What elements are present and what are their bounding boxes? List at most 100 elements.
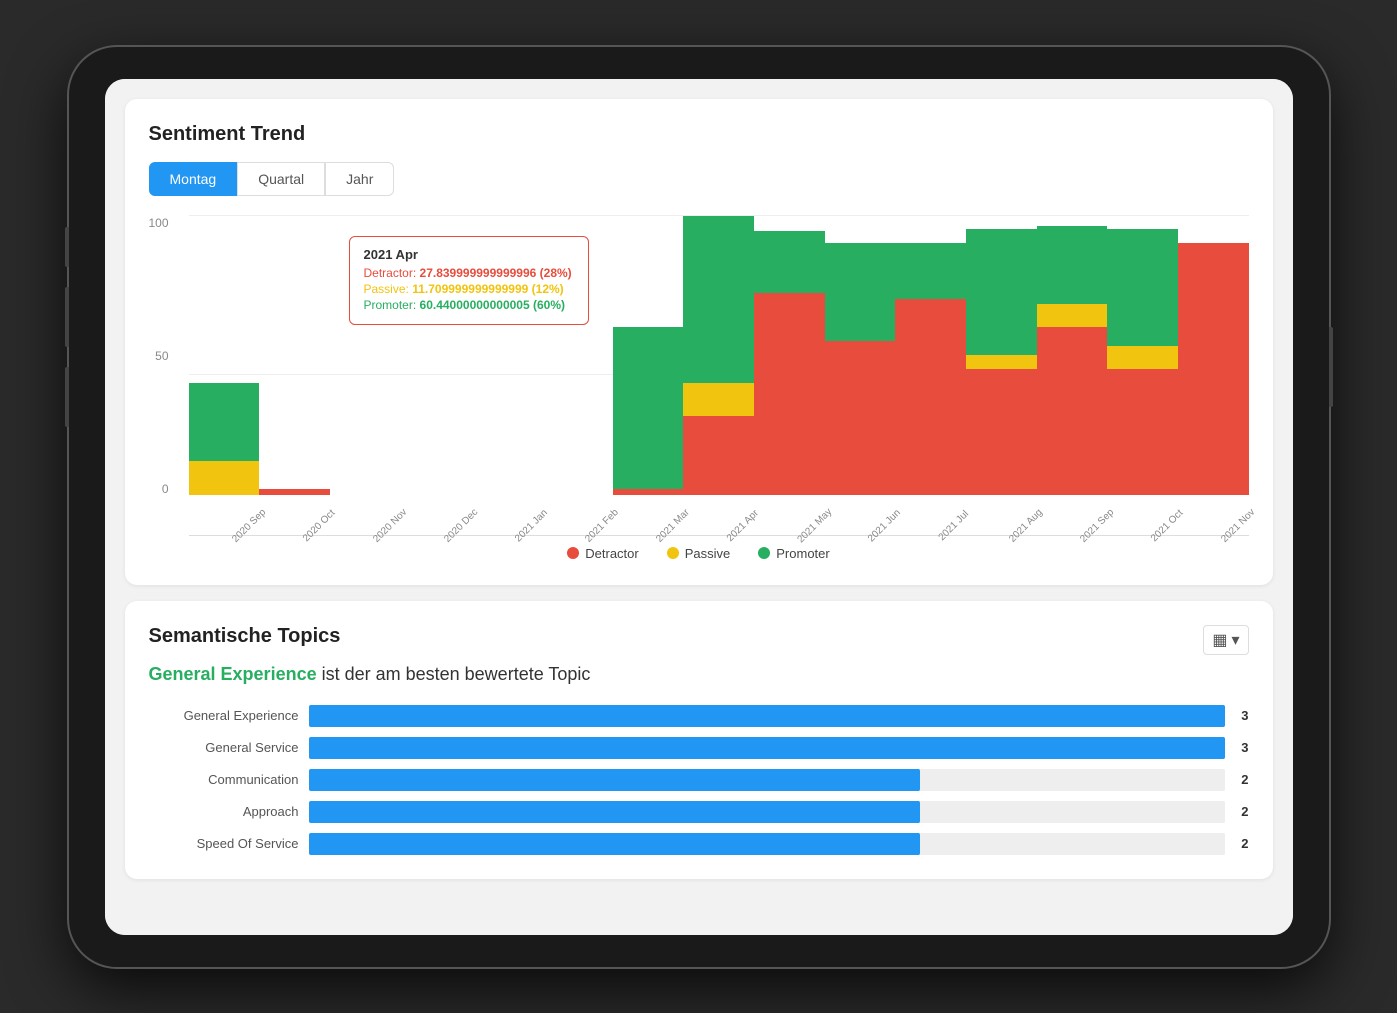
- h-bar-label: Approach: [149, 804, 299, 819]
- h-bar-track: [309, 769, 1226, 791]
- legend-promoter: Promoter: [758, 546, 829, 561]
- x-axis-label: 2021 Jan: [513, 507, 550, 544]
- bar-group: 2021 Jul: [895, 216, 966, 495]
- tooltip-promoter-value: 60.44000000000005 (60%): [420, 298, 565, 312]
- bar-group: 2021 Sep: [1037, 216, 1108, 495]
- x-axis-label: 2021 Feb: [583, 507, 621, 545]
- y-axis: 100 50 0: [149, 216, 169, 536]
- tooltip-passive-value: 11.709999999999999 (12%): [412, 282, 563, 296]
- h-bar-value: 2: [1241, 804, 1248, 819]
- sentiment-title: Sentiment Trend: [149, 123, 1249, 146]
- x-axis-label: 2020 Oct: [300, 507, 336, 543]
- h-bar-fill: [309, 737, 1226, 759]
- x-axis-label: 2021 Mar: [654, 507, 692, 545]
- sentiment-trend-card: Sentiment Trend Montag Quartal Jahr 100 …: [125, 99, 1273, 585]
- h-bar-track: [309, 737, 1226, 759]
- h-bar-track: [309, 833, 1226, 855]
- legend-label-promoter: Promoter: [776, 546, 829, 561]
- tooltip-detractor-label: Detractor:: [364, 266, 417, 280]
- h-bar-label: General Experience: [149, 708, 299, 723]
- bar-group: 2021 Aug: [966, 216, 1037, 495]
- x-axis-label: 2021 Jun: [866, 507, 903, 544]
- h-bar-value: 2: [1241, 772, 1248, 787]
- legend-label-detractor: Detractor: [585, 546, 638, 561]
- x-axis-label: 2020 Sep: [230, 506, 268, 544]
- tooltip-box: 2021 Apr Detractor: 27.839999999999996 (…: [349, 236, 589, 325]
- x-axis-label: 2021 Oct: [1149, 507, 1185, 543]
- bar-group: 2021 Jun: [825, 216, 896, 495]
- legend-dot-promoter: [758, 547, 770, 559]
- topics-card: Semantische Topics General Experience is…: [125, 601, 1273, 879]
- best-topic-rest: ist der am besten bewertete Topic: [317, 664, 591, 684]
- tooltip-promoter-label: Promoter:: [364, 298, 417, 312]
- topics-header: Semantische Topics General Experience is…: [149, 625, 1249, 705]
- x-axis-label: 2020 Dec: [442, 506, 480, 544]
- bars-container: 2020 Sep2020 Oct2020 Nov2020 Dec2021 Jan…: [189, 216, 1249, 536]
- x-axis-label: 2021 Sep: [1078, 506, 1116, 544]
- h-bar-row: Communication 2: [149, 769, 1249, 791]
- side-button-2[interactable]: [65, 287, 69, 347]
- h-bar-fill: [309, 833, 920, 855]
- tablet-screen: Sentiment Trend Montag Quartal Jahr 100 …: [105, 79, 1293, 935]
- tab-row: Montag Quartal Jahr: [149, 162, 1249, 196]
- bar-group: 2021 Apr: [683, 216, 754, 495]
- h-bar-track: [309, 705, 1226, 727]
- bar-group: 2020 Oct: [259, 216, 330, 495]
- right-button[interactable]: [1329, 327, 1333, 407]
- h-bar-row: Approach 2: [149, 801, 1249, 823]
- x-axis-label: 2021 Nov: [1220, 506, 1258, 544]
- bar-group: 2021 May: [754, 216, 825, 495]
- h-bar-track: [309, 801, 1226, 823]
- h-bar-value: 2: [1241, 836, 1248, 851]
- topics-title: Semantische Topics: [149, 625, 591, 648]
- x-axis-label: 2021 Jul: [936, 508, 971, 543]
- legend-dot-passive: [667, 547, 679, 559]
- h-bar-fill: [309, 769, 920, 791]
- h-bar-fill: [309, 801, 920, 823]
- tooltip-detractor-value: 27.839999999999996 (28%): [420, 266, 572, 280]
- h-bar-label: Communication: [149, 772, 299, 787]
- tablet-frame: Sentiment Trend Montag Quartal Jahr 100 …: [69, 47, 1329, 967]
- y-label-50: 50: [155, 349, 168, 363]
- bar-group: 2021 Nov: [1178, 216, 1249, 495]
- chart-icon: ▦: [1212, 630, 1227, 650]
- tab-jahr[interactable]: Jahr: [325, 162, 394, 196]
- topics-title-area: Semantische Topics General Experience is…: [149, 625, 591, 705]
- h-bar-row: General Service 3: [149, 737, 1249, 759]
- sentiment-chart-area: 100 50 0 2020 Sep2020 Oct2020 Nov2020 De…: [189, 216, 1249, 536]
- tab-quartal[interactable]: Quartal: [237, 162, 325, 196]
- bar-group: 2021 Mar: [613, 216, 684, 495]
- screen-content: Sentiment Trend Montag Quartal Jahr 100 …: [105, 79, 1293, 935]
- side-button-3[interactable]: [65, 367, 69, 427]
- chart-legend: Detractor Passive Promoter: [149, 546, 1249, 561]
- dropdown-arrow: ▾: [1231, 630, 1239, 650]
- chart-type-button[interactable]: ▦ ▾: [1203, 625, 1248, 655]
- tooltip-passive-row: Passive: 11.709999999999999 (12%): [364, 282, 574, 296]
- x-axis-label: 2021 Aug: [1007, 507, 1045, 545]
- tooltip-title: 2021 Apr: [364, 247, 574, 262]
- tooltip-promoter-row: Promoter: 60.44000000000005 (60%): [364, 298, 574, 312]
- x-axis-label: 2021 May: [796, 506, 835, 545]
- h-bar-row: General Experience 3: [149, 705, 1249, 727]
- best-topic-text: General Experience ist der am besten bew…: [149, 664, 591, 685]
- legend-passive: Passive: [667, 546, 731, 561]
- h-bar-label: General Service: [149, 740, 299, 755]
- tab-montag[interactable]: Montag: [149, 162, 238, 196]
- y-label-100: 100: [149, 216, 169, 230]
- bar-group: 2021 Oct: [1107, 216, 1178, 495]
- bar-group: 2020 Sep: [189, 216, 260, 495]
- x-axis-label: 2021 Apr: [724, 507, 760, 543]
- legend-dot-detractor: [567, 547, 579, 559]
- y-label-0: 0: [162, 482, 169, 496]
- h-bar-row: Speed Of Service 2: [149, 833, 1249, 855]
- h-bar-value: 3: [1241, 740, 1248, 755]
- tooltip-detractor-row: Detractor: 27.839999999999996 (28%): [364, 266, 574, 280]
- legend-label-passive: Passive: [685, 546, 731, 561]
- tooltip-passive-label: Passive:: [364, 282, 409, 296]
- h-bar-fill: [309, 705, 1226, 727]
- h-bar-label: Speed Of Service: [149, 836, 299, 851]
- side-button-1[interactable]: [65, 227, 69, 267]
- legend-detractor: Detractor: [567, 546, 638, 561]
- h-bar-value: 3: [1241, 708, 1248, 723]
- horizontal-bar-chart: General Experience 3 General Service 3 Commu…: [149, 705, 1249, 855]
